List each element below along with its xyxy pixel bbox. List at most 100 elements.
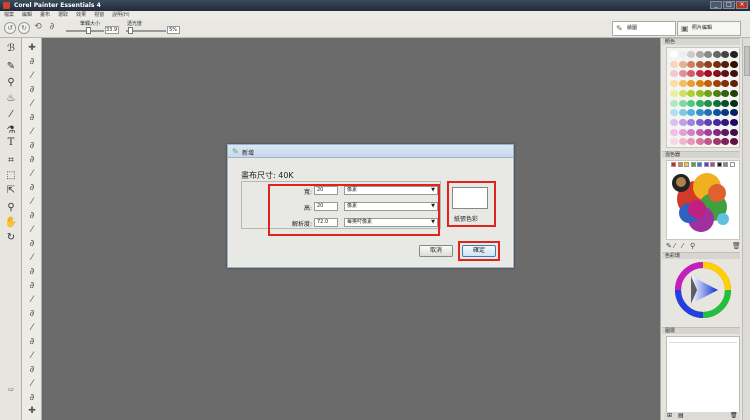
color-swatch[interactable] [729, 70, 738, 78]
scrollbar-thumb[interactable] [744, 46, 750, 76]
dropper-tool-icon[interactable]: ⚲ [3, 76, 19, 89]
color-swatch[interactable] [670, 99, 678, 107]
color-swatch[interactable] [687, 70, 695, 78]
brush-variant-icon[interactable]: ∂ [25, 210, 39, 222]
color-swatch[interactable] [678, 51, 687, 58]
color-swatch[interactable] [687, 60, 695, 68]
brush-variant-icon[interactable]: ⁄ [25, 126, 39, 138]
color-swatch[interactable] [670, 109, 678, 117]
color-swatch[interactable] [712, 51, 721, 58]
cancel-button[interactable]: 取消 [419, 245, 453, 257]
tab-paint[interactable]: ✎ 繪圖 [612, 21, 676, 36]
color-swatch[interactable] [704, 99, 712, 107]
color-swatch[interactable] [721, 128, 729, 136]
brush-variant-icon[interactable]: ⁄ [25, 378, 39, 390]
color-swatch[interactable] [687, 128, 695, 136]
brush-variant-icon[interactable]: ⁄ [25, 98, 39, 110]
color-swatch[interactable] [678, 109, 687, 117]
color-swatch[interactable] [721, 99, 729, 107]
color-swatch[interactable] [704, 138, 712, 146]
color-swatch[interactable] [704, 118, 712, 126]
color-swatch[interactable] [670, 70, 678, 78]
brush-size-slider[interactable] [66, 27, 104, 34]
color-swatch[interactable] [695, 51, 704, 58]
mixer-sample-icon[interactable]: ⁄ [682, 242, 683, 250]
brush-variant-icon[interactable]: ∂ [25, 392, 39, 404]
brush-variant-icon[interactable]: ∂ [25, 182, 39, 194]
color-swatch[interactable] [704, 89, 712, 97]
layer-opacity-bar[interactable] [669, 339, 737, 343]
color-swatch[interactable] [687, 138, 695, 146]
opacity-knob[interactable] [128, 27, 133, 34]
brush-size-knob[interactable] [86, 27, 91, 34]
color-swatch[interactable] [712, 128, 721, 136]
color-swatch[interactable] [721, 70, 729, 78]
menu-help[interactable]: 說明(H) [112, 11, 130, 19]
magnifier-icon[interactable]: ⚲ [3, 201, 19, 214]
color-swatch[interactable] [695, 138, 704, 146]
layer-add-icon[interactable]: ⊞ [667, 412, 672, 419]
color-swatch[interactable] [721, 109, 729, 117]
color-swatch[interactable] [670, 138, 678, 146]
color-swatch[interactable] [695, 70, 704, 78]
mixer-dropper-icon[interactable]: ⁄ [674, 242, 675, 250]
color-swatch[interactable] [670, 128, 678, 136]
color-swatch[interactable] [721, 80, 729, 88]
color-swatch[interactable] [729, 89, 738, 97]
close-button[interactable]: × [736, 1, 748, 9]
paint-bucket-icon[interactable]: ♨ [3, 92, 19, 105]
color-wheel[interactable] [666, 260, 740, 320]
color-swatch[interactable] [712, 80, 721, 88]
color-swatch[interactable] [670, 118, 678, 126]
mixer-pad[interactable] [666, 160, 740, 240]
trash-icon[interactable]: 🗑 [732, 242, 741, 250]
color-swatch[interactable] [687, 89, 695, 97]
mixer-color-chip[interactable] [716, 162, 722, 167]
color-swatch[interactable] [678, 70, 687, 78]
color-swatch[interactable] [695, 99, 704, 107]
selection-tool-icon[interactable]: ⬚ [3, 169, 19, 182]
add-variant-icon[interactable]: ✚ [25, 405, 39, 417]
undo-icon[interactable]: ↺ [4, 22, 16, 34]
layers-list[interactable] [666, 336, 740, 414]
crop-tool-icon[interactable]: ⌗ [3, 154, 19, 167]
color-swatch[interactable] [704, 128, 712, 136]
menu-edit[interactable]: 編輯 [22, 11, 32, 19]
menu-effects[interactable]: 效果 [76, 11, 86, 19]
mixer-brush-icon[interactable]: ✎ [666, 242, 672, 250]
brush-shape-icon[interactable]: ∂ [46, 22, 58, 34]
tab-photo-edit[interactable]: ▣ 照片編輯 [677, 21, 741, 36]
brush-variant-icon[interactable]: ∂ [25, 364, 39, 376]
color-swatch[interactable] [712, 109, 721, 117]
grabber-hand-icon[interactable]: ✋ [3, 216, 19, 229]
brush-variant-icon[interactable]: ∂ [25, 140, 39, 152]
eyedropper-icon[interactable]: ⁄ [3, 108, 19, 121]
color-swatch[interactable] [704, 80, 712, 88]
color-swatch[interactable] [695, 109, 704, 117]
color-swatch[interactable] [729, 128, 738, 136]
color-swatch[interactable] [729, 80, 738, 88]
color-swatch[interactable] [712, 138, 721, 146]
layers-panel-header[interactable]: 圖層 [662, 327, 740, 334]
color-swatch[interactable] [678, 99, 687, 107]
color-swatch[interactable] [729, 60, 738, 68]
mixer-color-chip[interactable] [677, 162, 683, 167]
mixer-color-chip[interactable] [703, 162, 709, 167]
color-swatch[interactable] [695, 80, 704, 88]
brush-variant-icon[interactable]: ∂ [25, 308, 39, 320]
brush-variant-icon[interactable]: ⁄ [25, 350, 39, 362]
brush-variant-icon[interactable]: ⁄ [25, 70, 39, 82]
brush-variant-icon[interactable]: ∂ [25, 336, 39, 348]
brush-variant-icon[interactable]: ∂ [25, 266, 39, 278]
color-swatch[interactable] [712, 118, 721, 126]
brush-variant-icon[interactable]: ⁄ [25, 168, 39, 180]
brush-tool-icon[interactable]: ℬ [3, 42, 19, 55]
swatch-icon[interactable]: ▭ [3, 383, 19, 396]
color-swatch[interactable] [721, 60, 729, 68]
mixer-color-chip[interactable] [697, 162, 702, 167]
color-swatch[interactable] [704, 60, 712, 68]
color-swatch[interactable] [687, 80, 695, 88]
color-swatch[interactable] [721, 51, 729, 58]
minimize-button[interactable]: _ [710, 1, 722, 9]
color-swatch[interactable] [670, 51, 678, 58]
